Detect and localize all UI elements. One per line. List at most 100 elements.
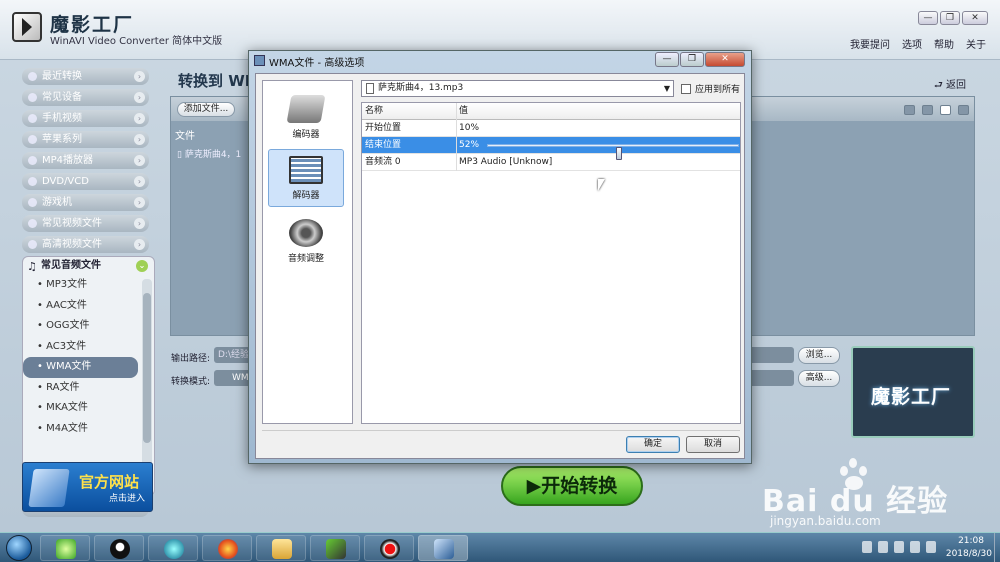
- tray-network-icon[interactable]: [862, 541, 872, 553]
- menu-ask[interactable]: 我要提问: [850, 36, 890, 51]
- cancel-button[interactable]: 取消: [686, 436, 740, 453]
- folder-icon: [272, 539, 292, 559]
- sidebar-item-phone-video[interactable]: 手机视频 ›: [22, 110, 149, 127]
- apply-all-checkbox[interactable]: 应用到所有: [681, 82, 740, 95]
- sidebar-item-mp4[interactable]: MP4播放器 ›: [22, 152, 149, 169]
- chevron-right-icon: ›: [134, 239, 145, 250]
- mouse-cursor-icon: [598, 179, 605, 191]
- column-divider: [456, 103, 457, 171]
- start-menu-icon[interactable]: [6, 535, 32, 561]
- property-grid: 名称 值 开始位置 10% 结束位置 52% 音频流 0 MP3 Audio […: [361, 102, 741, 424]
- sidebar-subitem-aac[interactable]: • AAC文件: [23, 296, 138, 317]
- tray-battery-icon[interactable]: [894, 541, 904, 553]
- baidu-watermark: Bai du 经验 jingyan.baidu.com: [762, 458, 992, 538]
- advanced-button[interactable]: 高级...: [798, 370, 840, 387]
- maximize-button[interactable]: ❐: [940, 11, 960, 25]
- taskbar-app-explorer[interactable]: [256, 535, 306, 561]
- close-button[interactable]: ✕: [962, 11, 988, 25]
- end-position-slider[interactable]: [487, 144, 739, 160]
- sidebar-subitem-ac3[interactable]: • AC3文件: [23, 337, 138, 358]
- dialog-title: WMA文件 - 高级选项: [269, 58, 365, 69]
- taskbar-app-winavi[interactable]: [418, 535, 468, 561]
- table-row[interactable]: 结束位置 52%: [362, 137, 740, 160]
- apple-icon: [28, 135, 37, 144]
- sidebar-item-dvd[interactable]: DVD/VCD ›: [22, 173, 149, 190]
- scrollbar-thumb[interactable]: [143, 293, 151, 443]
- settings-icon[interactable]: [958, 105, 969, 115]
- advanced-options-dialog: WMA文件 - 高级选项 — ❐ ✕ 编码器 解码器 音频调整 萨克斯曲4，13…: [248, 50, 752, 464]
- sidebar-subitem-mp3[interactable]: • MP3文件: [23, 275, 138, 296]
- device-icon: [28, 93, 37, 102]
- category-decoder[interactable]: 解码器: [268, 149, 344, 207]
- start-convert-button[interactable]: ▶开始转换: [501, 466, 643, 506]
- minimize-button[interactable]: —: [918, 11, 938, 25]
- top-menu: 我要提问 选项 帮助 关于: [850, 36, 986, 51]
- mp4-player-icon: [28, 156, 37, 165]
- taskbar-app-recorder[interactable]: [364, 535, 414, 561]
- add-icon[interactable]: [940, 105, 951, 115]
- category-encoder[interactable]: 编码器: [268, 89, 344, 147]
- sidebar-item-apple[interactable]: 苹果系列 ›: [22, 131, 149, 148]
- category-audio-adjust[interactable]: 音频调整: [268, 213, 344, 271]
- sidebar-scrollbar[interactable]: [142, 279, 152, 491]
- gamepad-icon: [28, 198, 37, 207]
- official-website-banner[interactable]: 官方网站 点击进入: [22, 462, 153, 512]
- header-value: 值: [459, 106, 469, 116]
- encoder-icon: [286, 95, 326, 123]
- taskbar-app-media[interactable]: [148, 535, 198, 561]
- taskbar-app-qq[interactable]: [94, 535, 144, 561]
- tray-flag-icon[interactable]: [878, 541, 888, 553]
- file-row[interactable]: ▯ 萨克斯曲4，1: [177, 147, 241, 160]
- row-name: 音频流 0: [365, 157, 401, 167]
- dialog-separator: [262, 430, 740, 431]
- clear-icon[interactable]: [922, 105, 933, 115]
- chevron-right-icon: ›: [134, 92, 145, 103]
- tray-volume-icon[interactable]: [910, 541, 920, 553]
- sidebar: 最近转换 › 常见设备 › 手机视频 › 苹果系列 › MP4播放器 › DVD/VCD ›…: [12, 60, 158, 518]
- remove-icon[interactable]: [904, 105, 915, 115]
- taskbar-app-player[interactable]: [310, 535, 360, 561]
- dialog-close-button[interactable]: ✕: [705, 52, 745, 67]
- dialog-minimize-button[interactable]: —: [655, 52, 679, 67]
- sidebar-item-recent[interactable]: 最近转换 ›: [22, 68, 149, 85]
- clock-icon: [28, 72, 37, 81]
- sidebar-item-devices[interactable]: 常见设备 ›: [22, 89, 149, 106]
- official-site-title: 官方网站: [79, 473, 140, 491]
- clock-time[interactable]: 21:08: [958, 536, 984, 546]
- file-dropdown[interactable]: 萨克斯曲4，13.mp3 ▼: [361, 80, 674, 97]
- clock-date[interactable]: 2018/8/30: [946, 549, 992, 559]
- sidebar-item-hd-video[interactable]: 高清视频文件 ›: [22, 236, 149, 253]
- row-value: MP3 Audio [Unknow]: [459, 157, 553, 167]
- table-row[interactable]: 开始位置 10%: [362, 120, 740, 137]
- tray-ime-icon[interactable]: [926, 541, 936, 553]
- back-button[interactable]: ⮐ 返回: [934, 76, 966, 95]
- ok-button[interactable]: 确定: [626, 436, 680, 453]
- sidebar-subitem-ra[interactable]: • RA文件: [23, 378, 138, 399]
- menu-options[interactable]: 选项: [902, 36, 922, 51]
- show-desktop-button[interactable]: [994, 533, 1000, 562]
- dialog-maximize-button[interactable]: ❐: [680, 52, 704, 67]
- grid-header: 名称 值: [362, 103, 740, 120]
- sidebar-item-video-files[interactable]: 常见视频文件 ›: [22, 215, 149, 232]
- menu-help[interactable]: 帮助: [934, 36, 954, 51]
- browse-button[interactable]: 浏览...: [798, 347, 840, 364]
- menu-about[interactable]: 关于: [966, 36, 986, 51]
- sidebar-subitem-mka[interactable]: • MKA文件: [23, 398, 138, 419]
- row-value: 10%: [459, 123, 480, 133]
- chevron-down-icon: ⌄: [136, 260, 148, 272]
- sidebar-subitem-wma[interactable]: • WMA文件: [23, 357, 138, 378]
- sidebar-item-console[interactable]: 游戏机 ›: [22, 194, 149, 211]
- audio-section-header[interactable]: ♫ 常见音频文件 ⌄: [23, 257, 154, 275]
- chevron-right-icon: ›: [134, 218, 145, 229]
- taskbar-app-firefox[interactable]: [202, 535, 252, 561]
- sidebar-subitem-ogg[interactable]: • OGG文件: [23, 316, 138, 337]
- app-360-icon: [56, 539, 76, 559]
- row-name: 开始位置: [365, 123, 402, 133]
- taskbar-app-360[interactable]: [40, 535, 90, 561]
- sidebar-subitem-m4a[interactable]: • M4A文件: [23, 419, 138, 440]
- add-file-button[interactable]: 添加文件...: [177, 102, 235, 117]
- audio-files-panel: ♫ 常见音频文件 ⌄ • MP3文件 • AAC文件 • OGG文件 • AC3…: [22, 256, 155, 496]
- app-subtitle: WinAVI Video Converter 简体中文版: [50, 36, 223, 47]
- checkbox-icon[interactable]: [681, 83, 691, 94]
- table-row[interactable]: 音频流 0 MP3 Audio [Unknow]: [362, 154, 740, 171]
